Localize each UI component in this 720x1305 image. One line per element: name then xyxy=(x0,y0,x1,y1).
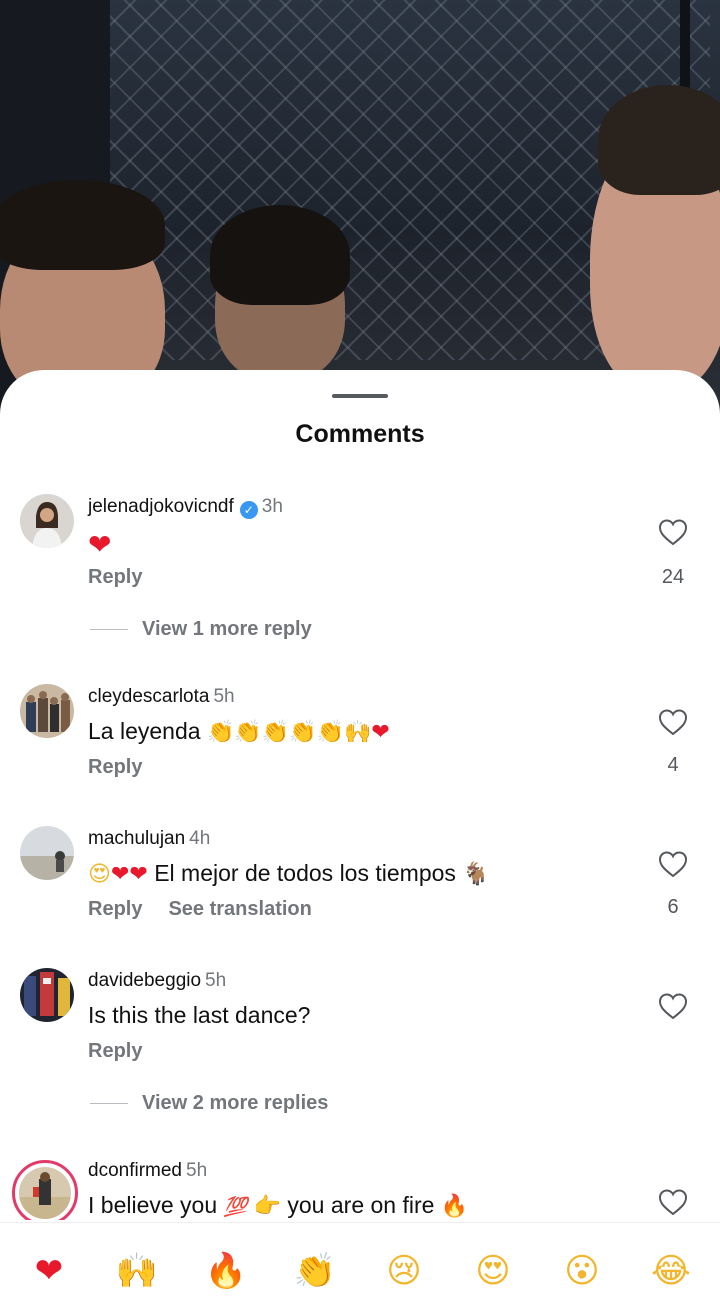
clapping-hands-emoji: 👏 xyxy=(289,720,317,745)
like-count: 4 xyxy=(667,754,679,776)
comment-time: 3h xyxy=(261,496,283,517)
view-more-label[interactable]: View 1 more reply xyxy=(142,618,312,640)
divider-line xyxy=(90,1103,128,1105)
username-text[interactable]: machulujan xyxy=(88,828,185,849)
username-text[interactable]: cleydescarlota xyxy=(88,686,209,707)
clapping-hands-emoji: 👏 xyxy=(261,720,290,745)
comment-time: 4h xyxy=(189,828,211,849)
person-right-hair xyxy=(598,85,720,195)
person-left-hair xyxy=(0,180,165,270)
comment-text: ❤ xyxy=(88,528,111,561)
heart-outline-icon[interactable] xyxy=(658,992,688,1020)
comment-time: 5h xyxy=(205,970,227,991)
video-background xyxy=(0,0,720,420)
reaction-heart-button[interactable]: ❤ xyxy=(27,1249,71,1293)
username-text[interactable]: jelenadjokovicndf xyxy=(88,496,234,517)
clapping-hands-emoji: 👏 xyxy=(316,720,344,745)
verified-badge-icon: ✓ xyxy=(239,501,258,519)
goat-emoji: 🐐 xyxy=(462,862,490,887)
reply-button[interactable]: Reply xyxy=(88,566,142,588)
see-translation-button[interactable]: See translation xyxy=(168,898,311,920)
heart-outline-icon[interactable] xyxy=(658,1188,688,1216)
avatar[interactable] xyxy=(20,968,74,1022)
view-more-replies[interactable]: View 1 more reply xyxy=(90,618,312,641)
fire-emoji: 🔥 xyxy=(440,1194,469,1219)
clapping-hands-emoji: 👏 xyxy=(234,720,262,745)
comment-username[interactable]: jelenadjokovicndf ✓ 3h xyxy=(88,496,283,519)
comment-text-content: El mejor de todos los tiempos xyxy=(154,860,456,886)
comment-username[interactable]: cleydescarlota 5h xyxy=(88,686,235,708)
view-more-label[interactable]: View 2 more replies xyxy=(142,1092,328,1114)
comment-text-content: La leyenda xyxy=(88,718,201,744)
avatar-story-ring[interactable] xyxy=(12,1160,78,1220)
divider-line xyxy=(90,629,128,631)
username-text[interactable]: dconfirmed xyxy=(88,1160,182,1181)
like-count: 24 xyxy=(661,566,685,588)
comment-text-content: I believe you xyxy=(88,1192,218,1218)
person-middle-hair xyxy=(210,205,350,305)
reaction-laughing-button[interactable]: 😂 xyxy=(649,1249,693,1293)
comment-actions: Reply xyxy=(88,566,168,589)
comment-text: 😍❤❤ El mejor de todos los tiempos 🐐 xyxy=(88,860,490,887)
comment-username[interactable]: machulujan 4h xyxy=(88,828,210,850)
reaction-clapping-button[interactable]: 👏 xyxy=(293,1249,337,1293)
comment-text: La leyenda 👏👏👏👏👏🙌❤ xyxy=(88,718,390,745)
comment-time: 5h xyxy=(186,1160,208,1181)
heart-outline-icon[interactable] xyxy=(658,850,688,878)
like-count: 6 xyxy=(667,896,679,918)
comment-actions: Reply xyxy=(88,1040,168,1063)
reaction-fire-button[interactable]: 🔥 xyxy=(204,1249,248,1293)
reaction-raising-hands-button[interactable]: 🙌 xyxy=(115,1249,159,1293)
reply-button[interactable]: Reply xyxy=(88,1040,142,1062)
comment-actions: Reply See translation xyxy=(88,898,338,921)
fence-post xyxy=(680,0,690,100)
heart-emoji: ❤ xyxy=(129,862,148,887)
avatar[interactable] xyxy=(20,684,74,738)
comment-text-content: you are on fire xyxy=(287,1192,435,1218)
view-more-replies[interactable]: View 2 more replies xyxy=(90,1092,328,1115)
heart-emoji: ❤ xyxy=(371,720,390,745)
reaction-heart-eyes-button[interactable]: 😍 xyxy=(471,1249,515,1293)
comment-text: I believe you 💯 👉 you are on fire 🔥 xyxy=(88,1192,468,1219)
comment-actions: Reply xyxy=(88,756,168,779)
comments-list[interactable]: jelenadjokovicndf ✓ 3h ❤ Reply 24 View 1 m… xyxy=(0,370,720,1220)
avatar[interactable] xyxy=(20,494,74,548)
reaction-surprised-button[interactable]: 😮 xyxy=(560,1249,604,1293)
heart-outline-icon[interactable] xyxy=(658,708,688,736)
comment-text: Is this the last dance? xyxy=(88,1002,311,1028)
comment-time: 5h xyxy=(213,686,235,707)
hundred-points-emoji: 💯 xyxy=(223,1196,248,1218)
comment-username[interactable]: dconfirmed 5h xyxy=(88,1160,207,1182)
comments-sheet: Comments jelenadjokovicndf✓3h ❤ Reply xyxy=(0,370,720,1304)
heart-emoji: ❤ xyxy=(110,862,130,887)
raising-hands-emoji: 🙌 xyxy=(343,720,372,745)
heart-outline-icon[interactable] xyxy=(658,518,688,546)
reply-button[interactable]: Reply xyxy=(88,898,142,920)
comment-username[interactable]: davidebeggio 5h xyxy=(88,970,226,992)
reply-button[interactable]: Reply xyxy=(88,756,142,778)
quick-reaction-bar: ❤ 🙌 🔥 👏 😢 😍 😮 😂 xyxy=(0,1222,720,1305)
heart-eyes-emoji: 😍 xyxy=(88,862,111,887)
heart-emoji: ❤ xyxy=(88,528,112,561)
reaction-crying-button[interactable]: 😢 xyxy=(382,1249,426,1293)
clapping-hands-emoji: 👏 xyxy=(206,720,235,745)
avatar[interactable] xyxy=(20,826,74,880)
pointing-right-emoji: 👉 xyxy=(253,1194,281,1219)
username-text[interactable]: davidebeggio xyxy=(88,970,201,991)
